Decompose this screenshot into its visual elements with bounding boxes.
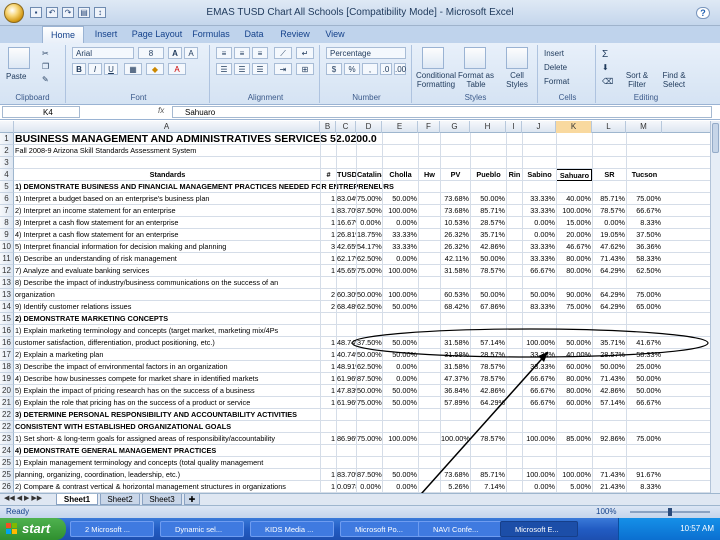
sheet-tabs-bar: ◀◀ ◀ ▶ ▶▶ Sheet1 Sheet2 Sheet3 ✚: [0, 493, 720, 505]
clock: 10:57 AM: [680, 524, 714, 533]
taskbar: start 10:57 AM 2 Microsoft ... Dynamic se…: [0, 518, 720, 540]
sheet-tab-2[interactable]: Sheet2: [100, 494, 140, 505]
arrow-line: [404, 351, 549, 513]
status-ready: Ready: [6, 507, 30, 516]
taskbar-item[interactable]: KIDS Media ...: [250, 521, 334, 537]
sheet-nav-icon[interactable]: ◀◀ ◀ ▶ ▶▶: [4, 494, 42, 502]
zoom-slider-thumb[interactable]: [668, 508, 672, 516]
taskbar-item[interactable]: Dynamic sel...: [160, 521, 244, 537]
arrow-annotation: [404, 351, 549, 513]
sheet-tab-3[interactable]: Sheet3: [142, 494, 182, 505]
windows-logo-icon: [6, 523, 18, 535]
sheet-tab-1[interactable]: Sheet1: [56, 494, 98, 505]
taskbar-item[interactable]: NAVI Confe...: [418, 521, 502, 537]
taskbar-item[interactable]: 2 Microsoft ...: [70, 521, 154, 537]
zoom-level[interactable]: 100%: [596, 507, 616, 516]
system-tray: 10:57 AM: [618, 518, 720, 540]
insert-sheet-icon[interactable]: ✚: [184, 494, 200, 505]
start-label: start: [22, 521, 51, 536]
status-bar: Ready 100%: [0, 505, 720, 518]
taskbar-item[interactable]: Microsoft E...: [500, 521, 578, 537]
taskbar-item[interactable]: Microsoft Po...: [340, 521, 424, 537]
